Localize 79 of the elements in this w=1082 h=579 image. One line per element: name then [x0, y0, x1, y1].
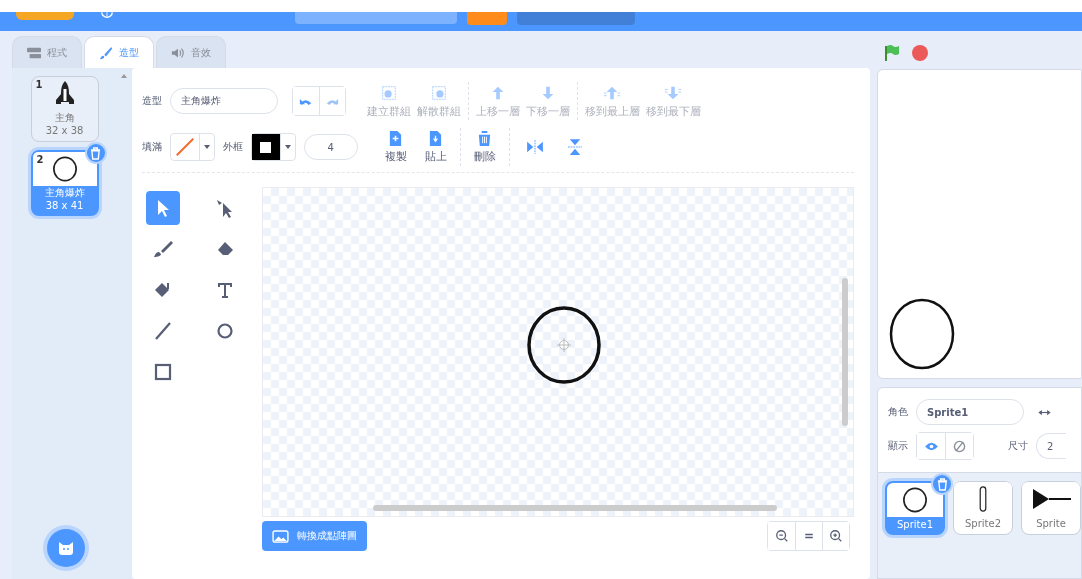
select-tool[interactable] — [145, 191, 180, 225]
crosshair-icon — [556, 338, 571, 352]
trash-icon — [936, 477, 948, 491]
flip-vertical-icon — [567, 138, 582, 156]
project-title-field[interactable] — [295, 12, 457, 24]
arrow-icon — [1031, 487, 1071, 511]
sprite-name-field[interactable]: Sprite1 — [916, 399, 1024, 425]
zoom-in-button[interactable] — [822, 522, 849, 550]
action-button[interactable]: 刪除 — [464, 130, 505, 164]
bar-icon — [979, 486, 987, 512]
flag-icon[interactable] — [883, 44, 901, 62]
ungroup-icon — [429, 83, 448, 102]
costume-label: 造型 — [141, 94, 162, 108]
add-costume-button[interactable] — [47, 529, 85, 567]
redo-button[interactable] — [318, 87, 345, 115]
trash-icon — [477, 130, 493, 147]
outline-label: 外框 — [222, 140, 243, 154]
square-icon — [152, 362, 173, 382]
outline-width-field[interactable]: 4 — [303, 134, 358, 160]
eye-icon — [923, 440, 939, 452]
costume-number: 2 — [36, 154, 44, 165]
costume-name-field[interactable]: 主角爆炸 — [169, 88, 278, 114]
zoom-out-icon — [774, 529, 789, 543]
sprite-card[interactable]: Sprite1 — [885, 481, 945, 535]
sprite-label: 角色 — [888, 405, 908, 419]
delete-button[interactable] — [931, 473, 953, 495]
costume-card[interactable]: 2 主角爆炸 38 x 41 — [30, 150, 99, 216]
stop-icon[interactable] — [911, 44, 929, 62]
size-label: 尺寸 — [1008, 439, 1028, 453]
brush-icon — [99, 45, 113, 60]
tab[interactable]: 造型 — [84, 36, 154, 68]
group-icon — [379, 83, 398, 102]
convert-to-bitmap-button[interactable]: 轉換成點陣圖 — [261, 521, 367, 551]
scroll-up-icon[interactable] — [121, 74, 128, 78]
sprite-card[interactable]: Sprite — [1021, 481, 1081, 535]
code-blocks-icon — [27, 45, 41, 60]
tab[interactable]: 程式 — [12, 36, 82, 68]
hide-button[interactable] — [945, 433, 973, 459]
fill-label: 填滿 — [141, 140, 162, 154]
circle-icon — [51, 155, 78, 183]
sprite-name: Sprite2 — [965, 517, 1001, 531]
outline-color-picker[interactable] — [250, 133, 296, 161]
sprite-card[interactable]: Sprite2 — [953, 481, 1013, 535]
costume-number: 1 — [35, 79, 43, 90]
zoom-in-icon — [829, 529, 843, 543]
scrollbar[interactable] — [842, 278, 848, 426]
circle-shape — [889, 298, 955, 370]
delete-button[interactable] — [84, 142, 107, 164]
size-field[interactable]: 2 — [1036, 433, 1066, 459]
costume-size: 32 x 38 — [45, 124, 84, 137]
sprite-name: Sprite — [1036, 517, 1066, 531]
sprite-name: Sprite1 — [897, 518, 933, 532]
hidden-icon — [953, 439, 966, 453]
brush-icon — [152, 239, 173, 259]
line-icon — [152, 321, 173, 341]
trash-icon — [90, 146, 102, 160]
caret-icon — [203, 145, 210, 149]
action-button[interactable]: 複製 — [375, 130, 416, 164]
document-plus-icon — [388, 130, 404, 147]
action-button[interactable]: 貼上 — [415, 130, 456, 164]
document-arrow-icon — [428, 130, 444, 147]
costume-size: 38 x 41 — [45, 199, 84, 212]
globe-icon[interactable] — [100, 12, 114, 21]
costume-card[interactable]: 1 主角 32 x 38 — [30, 76, 99, 142]
cursor-icon — [214, 198, 235, 218]
costume-name: 主角爆炸 — [44, 186, 85, 199]
image-icon — [271, 529, 289, 543]
tab[interactable]: 音效 — [156, 36, 226, 68]
circle-icon — [214, 321, 235, 341]
diagonal-line-icon — [173, 136, 196, 158]
circle-icon — [902, 487, 928, 513]
show-label: 顯示 — [888, 439, 908, 453]
caret-icon — [284, 145, 291, 149]
circle-shape[interactable] — [525, 305, 602, 385]
flip-horizontal-icon — [525, 140, 544, 154]
double-arrow-icon — [1038, 408, 1051, 416]
costume-name: 主角 — [54, 111, 75, 124]
scrollbar[interactable] — [372, 505, 777, 511]
fill-color-picker[interactable] — [169, 133, 215, 161]
